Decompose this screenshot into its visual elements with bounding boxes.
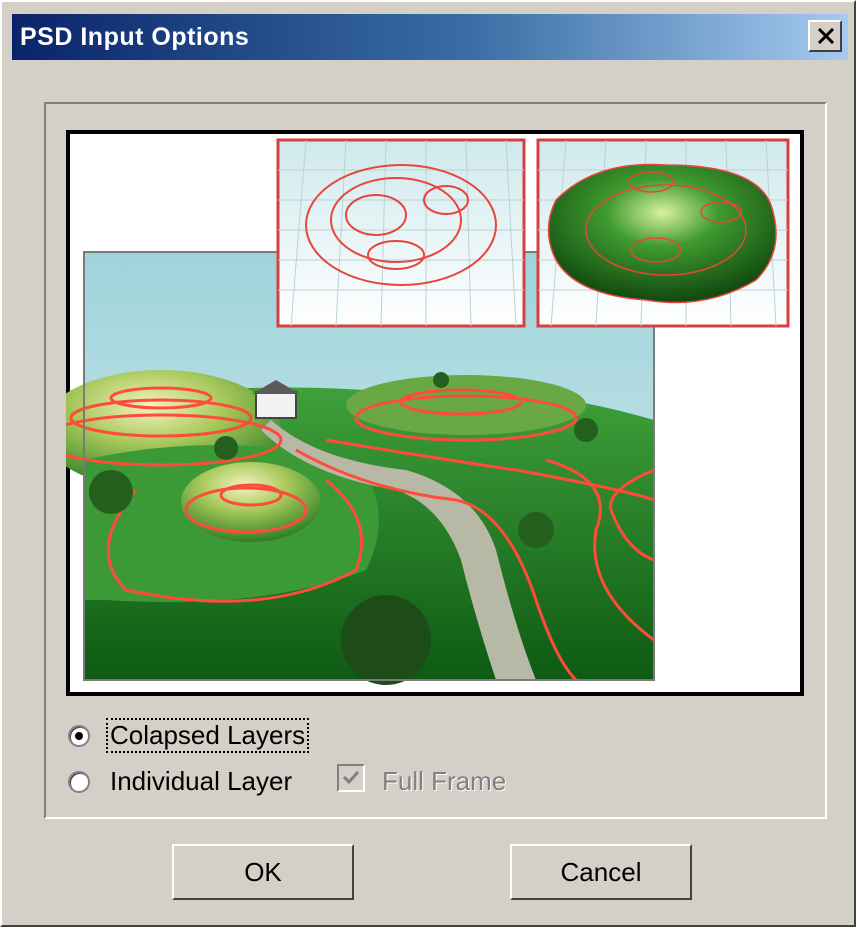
radio-individual-layer[interactable]: Individual Layer: [68, 766, 292, 797]
terrain-preview-image: [66, 134, 800, 692]
radio-button-selected[interactable]: [68, 724, 90, 747]
dialog-window: PSD Input Options Colapsed Layers Indivi…: [0, 0, 856, 927]
full-frame-label: Full Frame: [382, 766, 507, 796]
ok-button[interactable]: OK: [172, 844, 354, 900]
preview-image: [66, 130, 804, 696]
title-bar[interactable]: PSD Input Options: [12, 14, 848, 60]
radio-button-unselected[interactable]: [68, 770, 90, 793]
radio-collapsed-layers[interactable]: Colapsed Layers: [68, 718, 310, 753]
checkmark-icon: [342, 770, 360, 785]
individual-layer-label: Individual Layer: [110, 766, 293, 796]
close-button[interactable]: [808, 20, 842, 52]
close-icon: [817, 28, 835, 44]
full-frame-checkbox[interactable]: [337, 764, 365, 792]
collapsed-layers-label: Colapsed Layers: [105, 718, 310, 753]
window-title: PSD Input Options: [20, 23, 250, 51]
cancel-button[interactable]: Cancel: [510, 844, 692, 900]
